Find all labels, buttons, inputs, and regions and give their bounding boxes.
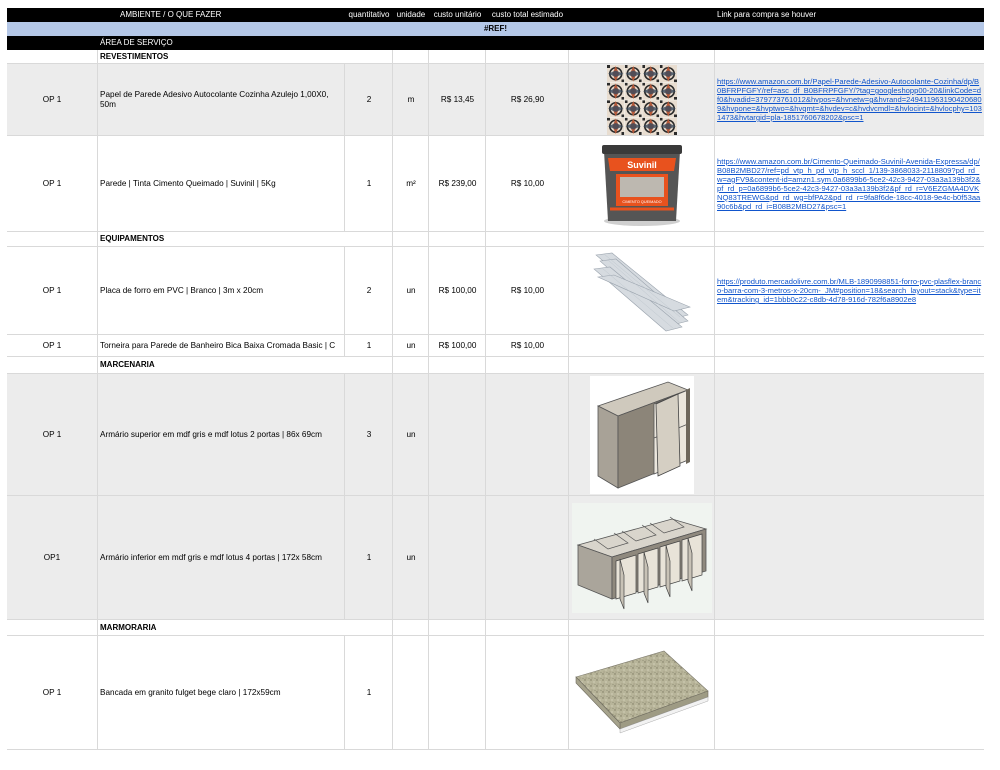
quantity-cell: 1	[366, 178, 372, 188]
upper-cabinet-render-image	[590, 375, 694, 494]
total-cost-cell: R$ 10,00	[510, 285, 545, 295]
lower-cabinet-render-image	[572, 502, 712, 613]
quantity-cell: 2	[366, 285, 372, 295]
description-cell: Papel de Parede Adesivo Autocolante Cozi…	[100, 89, 329, 109]
table-row: OP 1 Placa de forro em PVC | Branco | 3m…	[7, 247, 984, 335]
unit-cost-cell: R$ 239,00	[438, 178, 477, 188]
granite-countertop-render-image	[575, 650, 709, 733]
table-row: OP 1 Armário superior em mdf gris e mdf …	[7, 374, 984, 496]
spreadsheet: AMBIENTE / O QUE FAZER quantitativo unid…	[7, 8, 984, 750]
unit-cell: un	[406, 429, 416, 439]
description-cell: Armário superior em mdf gris e mdf lotus…	[100, 429, 322, 439]
category-marmoraria: MARMORARIA	[100, 622, 157, 632]
product-image-cell	[569, 374, 715, 495]
op-cell: OP 1	[42, 340, 62, 350]
quantity-cell: 1	[366, 340, 372, 350]
description-cell: Torneira para Parede de Banheiro Bica Ba…	[100, 340, 336, 350]
op-cell: OP 1	[42, 285, 62, 295]
table-row: OP 1 Torneira para Parede de Banheiro Bi…	[7, 335, 984, 357]
table-row: OP 1 Parede | Tinta Cimento Queimado | S…	[7, 136, 984, 232]
section-row: ÁREA DE SERVIÇO	[7, 36, 984, 50]
header-quantitativo: quantitativo	[348, 10, 390, 19]
quantity-cell: 1	[366, 552, 372, 562]
suvinil-brand-text: Suvinil	[627, 160, 657, 170]
description-cell: Parede | Tinta Cimento Queimado | Suvini…	[100, 178, 276, 188]
description-cell: Armário inferior em mdf gris e mdf lotus…	[100, 552, 322, 562]
total-cost-cell: R$ 26,90	[510, 94, 545, 104]
op-cell: OP 1	[42, 429, 62, 439]
total-cost-cell: R$ 10,00	[510, 340, 545, 350]
header-unidade: unidade	[396, 10, 426, 19]
unit-cost-cell: R$ 100,00	[438, 285, 477, 295]
category-row-equipamentos: EQUIPAMENTOS	[7, 232, 984, 247]
patterned-tile-wallpaper-image	[607, 64, 677, 135]
purchase-link[interactable]: https://produto.mercadolivre.com.br/MLB-…	[717, 277, 982, 304]
op-cell: OP 1	[42, 687, 62, 697]
category-row-revestimentos: REVESTIMENTOS	[7, 50, 984, 64]
total-cost-cell: R$ 10,00	[510, 178, 545, 188]
description-cell: Placa de forro em PVC | Branco | 3m x 20…	[100, 285, 264, 295]
section-title: ÁREA DE SERVIÇO	[100, 38, 173, 47]
quantity-cell: 2	[366, 94, 372, 104]
header-custo-unitario: custo unitário	[433, 10, 482, 19]
unit-cell: m	[407, 94, 415, 104]
unit-cell: m²	[406, 178, 416, 188]
ref-error-row: #REF!	[7, 22, 984, 36]
purchase-link-cell[interactable]: https://www.amazon.com.br/Cimento-Queima…	[715, 136, 984, 231]
table-row: OP 1 Papel de Parede Adesivo Autocolante…	[7, 64, 984, 136]
op-cell: OP 1	[42, 178, 62, 188]
category-revestimentos: REVESTIMENTOS	[100, 51, 169, 61]
purchase-link[interactable]: https://www.amazon.com.br/Cimento-Queima…	[717, 157, 982, 211]
suvinil-paint-bucket-image: Suvinil CIMENTO QUEIMADO	[602, 144, 682, 226]
product-label-text: CIMENTO QUEIMADO	[622, 200, 661, 204]
table-row: OP1 Armário inferior em mdf gris e mdf l…	[7, 496, 984, 620]
table-row: OP 1 Bancada em granito fulget bege clar…	[7, 636, 984, 750]
product-image-cell	[569, 636, 715, 749]
unit-cost-cell: R$ 100,00	[438, 340, 477, 350]
unit-cell: un	[406, 285, 416, 295]
purchase-link[interactable]: https://www.amazon.com.br/Papel-Parede-A…	[717, 77, 982, 122]
header-link: Link para compra se houver	[717, 10, 817, 19]
description-cell: Bancada em granito fulget bege claro | 1…	[100, 687, 281, 697]
header-custo-total: custo total estimado	[491, 10, 564, 19]
product-image-cell: Suvinil CIMENTO QUEIMADO	[569, 136, 715, 231]
category-equipamentos: EQUIPAMENTOS	[100, 234, 165, 243]
product-image-cell	[569, 247, 715, 334]
header-row: AMBIENTE / O QUE FAZER quantitativo unid…	[7, 8, 984, 22]
quantity-cell: 1	[366, 687, 372, 697]
category-marcenaria: MARCENARIA	[100, 360, 155, 369]
purchase-link-cell[interactable]: https://www.amazon.com.br/Papel-Parede-A…	[715, 64, 984, 135]
op-cell: OP1	[43, 552, 61, 562]
unit-cell: un	[406, 552, 416, 562]
ref-error-cell: #REF!	[483, 24, 508, 33]
unit-cell: un	[406, 340, 416, 350]
category-row-marmoraria: MARMORARIA	[7, 620, 984, 636]
unit-cost-cell: R$ 13,45	[440, 94, 475, 104]
header-ambiente: AMBIENTE / O QUE FAZER	[120, 10, 222, 19]
pvc-ceiling-panels-image	[593, 252, 691, 331]
product-image-cell	[569, 496, 715, 619]
op-cell: OP 1	[42, 94, 62, 104]
purchase-link-cell[interactable]: https://produto.mercadolivre.com.br/MLB-…	[715, 247, 984, 334]
category-row-marcenaria: MARCENARIA	[7, 357, 984, 374]
product-image-cell	[569, 64, 715, 135]
quantity-cell: 3	[366, 429, 372, 439]
